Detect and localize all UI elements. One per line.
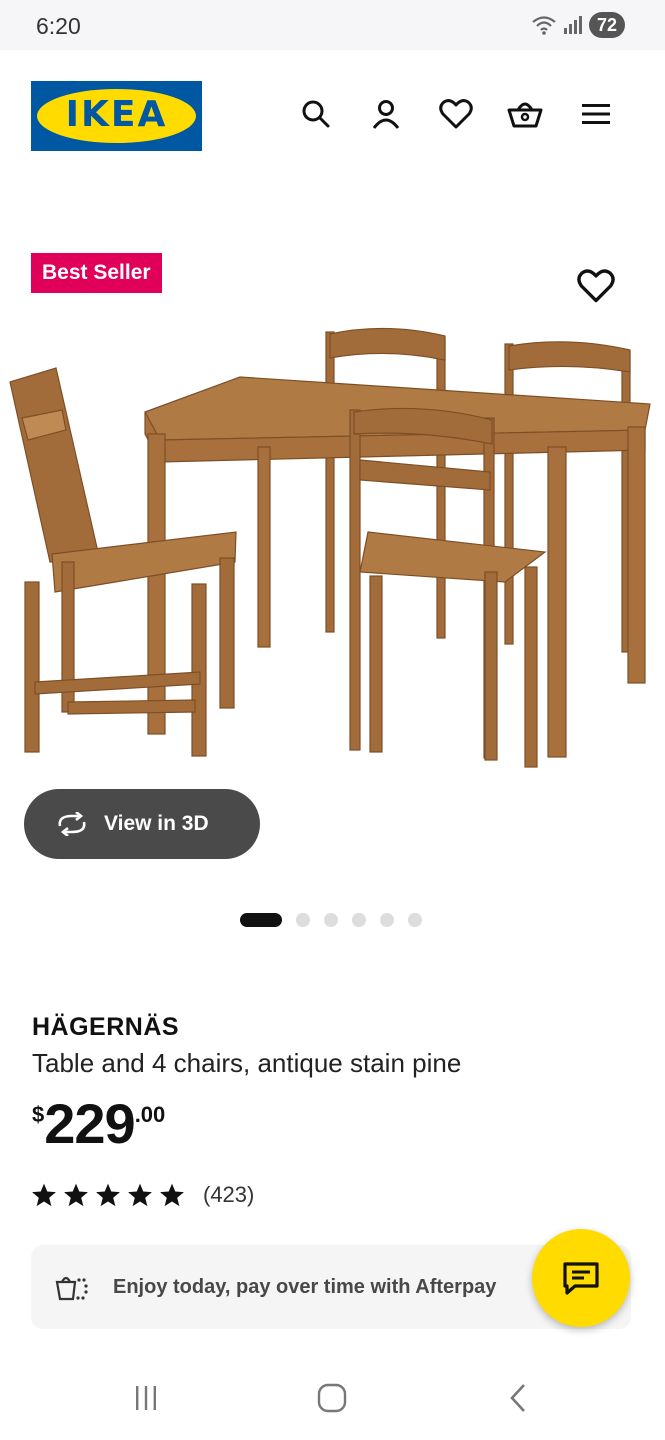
- app-header: IKEA: [0, 50, 665, 182]
- star-icon: [32, 1183, 56, 1207]
- view-in-3d-label: View in 3D: [104, 812, 209, 835]
- chat-button[interactable]: [532, 1229, 630, 1327]
- back-icon[interactable]: [498, 1380, 538, 1416]
- best-seller-badge: Best Seller: [31, 253, 162, 293]
- gallery-dot-active[interactable]: [240, 913, 282, 927]
- star-icon: [64, 1183, 88, 1207]
- status-time: 6:20: [36, 13, 81, 39]
- home-icon[interactable]: [312, 1380, 352, 1416]
- front-chair-illustration: [349, 407, 547, 768]
- status-icons: 72: [531, 12, 625, 38]
- product-image[interactable]: [0, 322, 665, 782]
- rating-row[interactable]: (423): [31, 1182, 254, 1208]
- gallery-dot[interactable]: [352, 913, 366, 927]
- chat-icon: [563, 1262, 599, 1295]
- wifi-icon: [532, 16, 556, 35]
- star-icon: [128, 1183, 152, 1207]
- basket-icon[interactable]: [507, 96, 543, 132]
- status-bar: 6:20 72: [0, 0, 665, 50]
- gallery-dot[interactable]: [324, 913, 338, 927]
- favorites-icon[interactable]: [438, 96, 474, 132]
- back-chair-right-illustration: [504, 341, 631, 653]
- battery-icon: 72: [588, 12, 625, 38]
- save-to-favorites-heart-icon[interactable]: [577, 268, 615, 306]
- view-in-3d-button[interactable]: View in 3D: [24, 789, 260, 859]
- price-currency: $: [32, 1102, 45, 1127]
- menu-icon[interactable]: [578, 96, 614, 132]
- product-name: HÄGERNÄS: [32, 1013, 180, 1041]
- star-icon: [160, 1183, 184, 1207]
- afterpay-text: Enjoy today, pay over time with Afterpay: [113, 1275, 497, 1298]
- gallery-dot[interactable]: [408, 913, 422, 927]
- price-integer: 229: [44, 1092, 135, 1155]
- recent-apps-icon[interactable]: [126, 1380, 166, 1416]
- afterpay-bag-icon: [55, 1276, 88, 1301]
- product-gallery: Best Seller View in 3D: [0, 182, 665, 962]
- gallery-pagination: [240, 913, 422, 927]
- product-price: $ 229 .00: [32, 1094, 165, 1154]
- rotate-3d-icon: [58, 812, 86, 836]
- star-icon: [96, 1183, 120, 1207]
- search-icon[interactable]: [298, 96, 334, 132]
- gallery-dot[interactable]: [380, 913, 394, 927]
- logo-text: IKEA: [65, 94, 168, 135]
- signal-icon: [563, 16, 582, 34]
- product-description: Table and 4 chairs, antique stain pine: [32, 1048, 462, 1078]
- review-count: (423): [203, 1182, 255, 1207]
- ikea-logo[interactable]: IKEA: [31, 81, 202, 151]
- price-decimal: .00: [134, 1102, 166, 1127]
- account-icon[interactable]: [368, 96, 404, 132]
- system-nav-bar: [0, 1356, 665, 1440]
- gallery-dot[interactable]: [296, 913, 310, 927]
